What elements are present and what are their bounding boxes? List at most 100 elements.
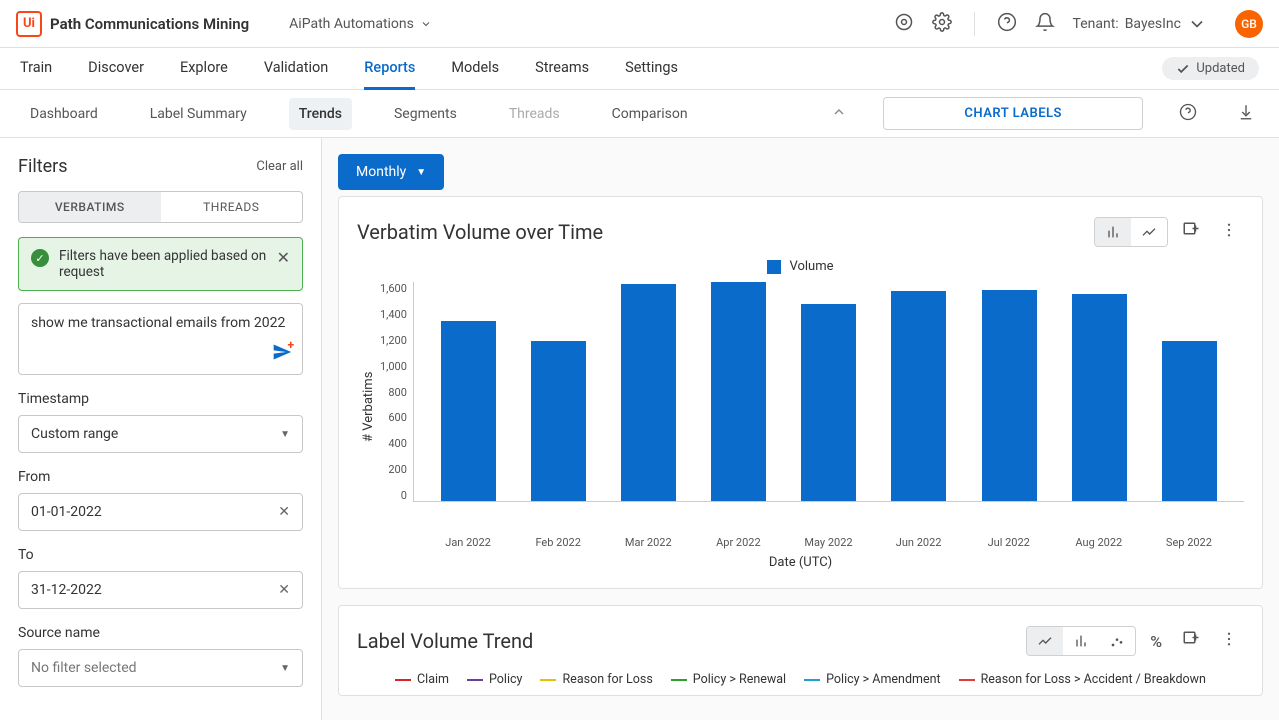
bar	[424, 282, 514, 501]
add-chart-icon[interactable]	[1176, 624, 1206, 658]
main-content: Monthly ▼ Verbatim Volume over Time	[322, 138, 1279, 720]
chevron-down-icon: ▼	[280, 663, 290, 674]
legend-item[interactable]: Claim	[395, 672, 449, 687]
legend-item[interactable]: Policy > Amendment	[804, 672, 941, 687]
product-name: Path Communications Mining	[50, 15, 249, 33]
bar	[1144, 282, 1234, 501]
line-chart-icon[interactable]	[1027, 627, 1063, 655]
chart-legend: Claim Policy Reason for Loss Policy > Renew…	[357, 672, 1244, 687]
bar	[784, 282, 874, 501]
workspace-dropdown[interactable]: AiPath Automations	[289, 16, 432, 32]
subnav-segments[interactable]: Segments	[384, 98, 467, 130]
bar	[514, 282, 604, 501]
tab-verbatims[interactable]: VERBATIMS	[19, 192, 161, 222]
legend-item[interactable]: Reason for Loss	[540, 672, 652, 687]
applied-banner: ✓ Filters have been applied based on req…	[18, 237, 303, 291]
to-input[interactable]: 31-12-2022 ✕	[18, 571, 303, 609]
x-axis-label: Date (UTC)	[357, 555, 1244, 570]
chevron-down-icon	[420, 18, 432, 30]
scatter-chart-icon[interactable]	[1099, 627, 1135, 655]
bar-chart-icon[interactable]	[1063, 627, 1099, 655]
bar	[1054, 282, 1144, 501]
collapse-button[interactable]	[827, 100, 851, 128]
bar	[604, 282, 694, 501]
bar	[694, 282, 784, 501]
chart-type-toggle	[1094, 217, 1168, 247]
chart-type-toggle	[1026, 626, 1136, 656]
chart-card-volume: Verbatim Volume over Time Volume # Verb	[338, 196, 1263, 589]
filters-title: Filters	[18, 156, 68, 177]
nav-train[interactable]: Train	[20, 48, 52, 90]
chevron-down-icon: ▼	[280, 429, 290, 440]
from-input[interactable]: 01-01-2022 ✕	[18, 493, 303, 531]
bar-chart-icon[interactable]	[1095, 218, 1131, 246]
timestamp-select[interactable]: Custom range ▼	[18, 415, 303, 453]
chart-card-label-trend: Label Volume Trend % Claim Policy Reason f…	[338, 605, 1263, 696]
nav-reports[interactable]: Reports	[364, 48, 415, 90]
settings-icon[interactable]	[932, 12, 952, 36]
subnav-dashboard[interactable]: Dashboard	[20, 98, 108, 130]
nav-explore[interactable]: Explore	[180, 48, 228, 90]
clear-icon[interactable]: ✕	[278, 504, 290, 520]
from-label: From	[18, 469, 303, 485]
nav-settings[interactable]: Settings	[625, 48, 678, 90]
timestamp-label: Timestamp	[18, 391, 303, 407]
chart-title: Label Volume Trend	[357, 629, 533, 653]
nav-discover[interactable]: Discover	[88, 48, 144, 90]
help-icon[interactable]	[1175, 99, 1201, 129]
x-ticks: Jan 2022Feb 2022Mar 2022Apr 2022May 2022…	[413, 532, 1244, 549]
bar	[874, 282, 964, 501]
updated-badge: Updated	[1162, 57, 1259, 80]
avatar[interactable]: GB	[1235, 10, 1263, 38]
chevron-down-icon	[1187, 14, 1207, 34]
more-icon[interactable]	[1214, 624, 1244, 658]
bars-area	[413, 282, 1244, 502]
search-input[interactable]: show me transactional emails from 2022 +	[18, 303, 303, 375]
logo-icon: Ui	[16, 11, 42, 37]
chart-title: Verbatim Volume over Time	[357, 220, 603, 244]
tab-threads[interactable]: THREADS	[161, 192, 303, 222]
chart-legend: Volume	[357, 259, 1244, 274]
subnav-trends[interactable]: Trends	[289, 98, 352, 130]
y-ticks: 1,6001,4001,2001,0008006004002000	[380, 282, 413, 502]
percent-icon[interactable]: %	[1144, 626, 1168, 657]
source-select[interactable]: No filter selected ▼	[18, 649, 303, 687]
subnav-comparison[interactable]: Comparison	[602, 98, 698, 130]
sub-nav: Dashboard Label Summary Trends Segments …	[0, 90, 1279, 138]
close-icon[interactable]: ✕	[277, 248, 290, 267]
line-chart-icon[interactable]	[1131, 218, 1167, 246]
top-header: Ui Path Communications Mining AiPath Aut…	[0, 0, 1279, 48]
legend-item[interactable]: Policy > Renewal	[671, 672, 786, 687]
clear-all-button[interactable]: Clear all	[256, 159, 303, 174]
source-label: Source name	[18, 625, 303, 641]
main-nav: Train Discover Explore Validation Report…	[0, 48, 1279, 90]
to-label: To	[18, 547, 303, 563]
nav-validation[interactable]: Validation	[264, 48, 328, 90]
nav-models[interactable]: Models	[451, 48, 499, 90]
activity-icon[interactable]	[894, 12, 914, 36]
more-icon[interactable]	[1214, 215, 1244, 249]
subnav-threads[interactable]: Threads	[499, 98, 570, 130]
download-icon[interactable]	[1233, 99, 1259, 129]
legend-item[interactable]: Policy	[467, 672, 522, 687]
check-icon	[1176, 62, 1190, 76]
check-circle-icon: ✓	[31, 249, 49, 267]
send-icon[interactable]: +	[272, 342, 292, 366]
add-chart-icon[interactable]	[1176, 215, 1206, 249]
chevron-down-icon: ▼	[416, 167, 426, 178]
filter-tabs: VERBATIMS THREADS	[18, 191, 303, 223]
granularity-dropdown[interactable]: Monthly ▼	[338, 154, 444, 190]
nav-streams[interactable]: Streams	[535, 48, 589, 90]
chart-labels-button[interactable]: CHART LABELS	[883, 97, 1143, 130]
bar	[964, 282, 1054, 501]
clear-icon[interactable]: ✕	[278, 582, 290, 598]
bell-icon[interactable]	[1035, 12, 1055, 36]
legend-item[interactable]: Reason for Loss > Accident / Breakdown	[959, 672, 1206, 687]
tenant-dropdown[interactable]: Tenant: BayesInc	[1073, 14, 1207, 34]
y-axis-label: # Verbatims	[357, 282, 380, 532]
legend-swatch	[767, 260, 781, 274]
help-icon[interactable]	[997, 12, 1017, 36]
banner-text: Filters have been applied based on reque…	[59, 248, 267, 280]
subnav-label-summary[interactable]: Label Summary	[140, 98, 257, 130]
bar-chart: # Verbatims 1,6001,4001,2001,00080060040…	[357, 282, 1244, 532]
